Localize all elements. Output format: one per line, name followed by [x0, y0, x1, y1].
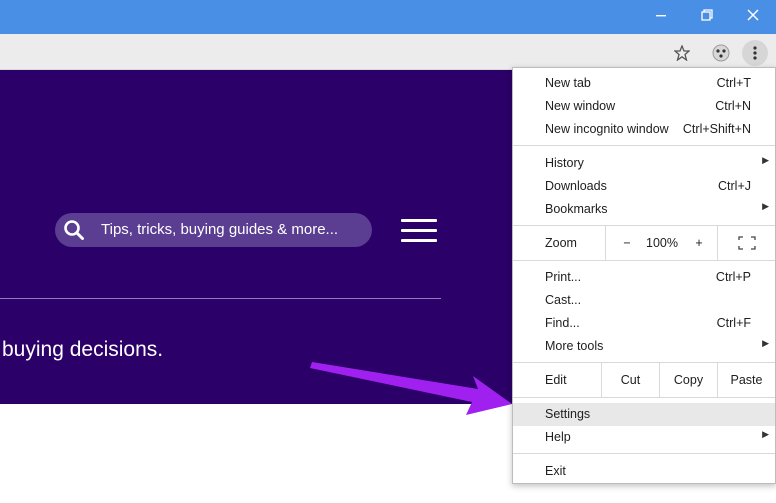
- annotation-arrow-shape: [310, 362, 512, 415]
- annotation-arrow: [310, 362, 512, 415]
